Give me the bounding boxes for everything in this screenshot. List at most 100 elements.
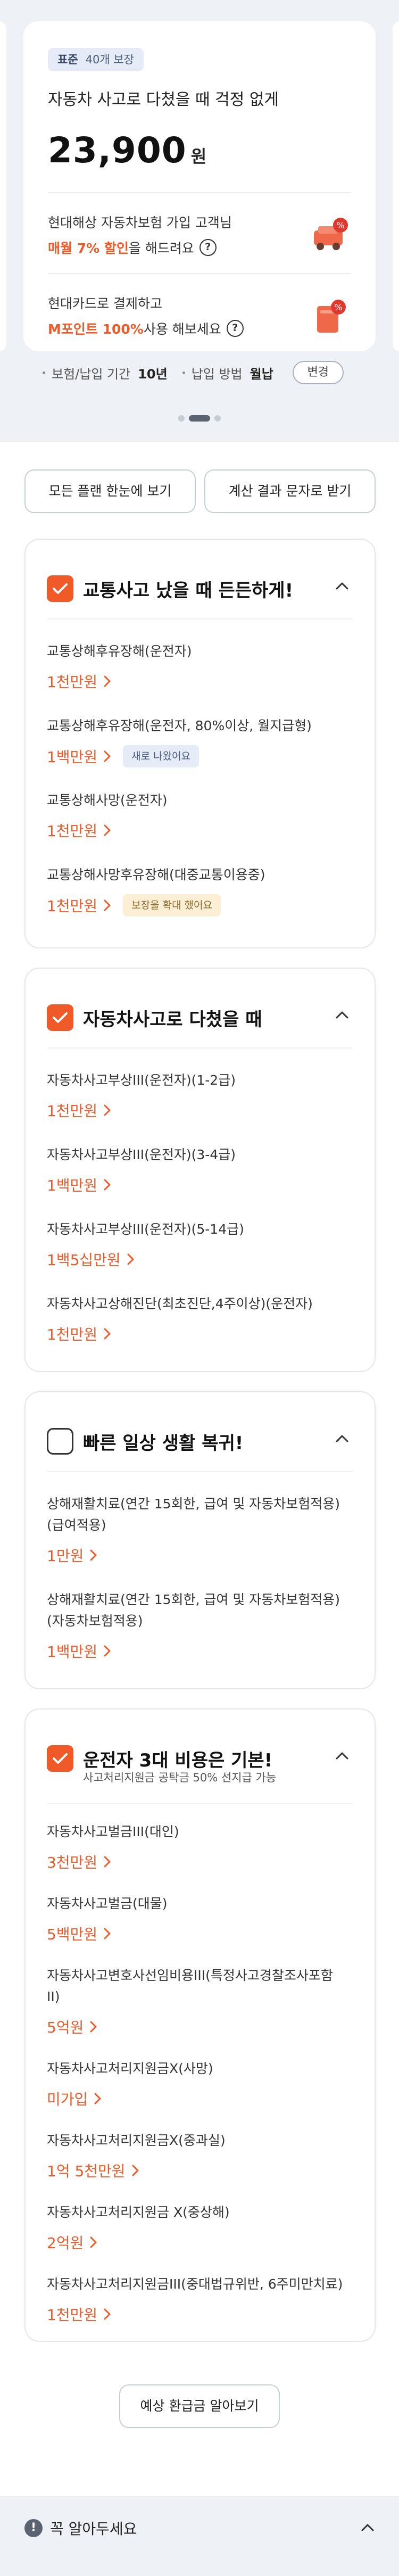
benefit-card-point-suffix: 사용 해보세요 bbox=[143, 321, 221, 337]
chevron-right-icon bbox=[104, 824, 111, 836]
coverage-amount-selector[interactable]: 1백5십만원 bbox=[47, 1249, 353, 1270]
plan-type-badge: 표준 40개 보장 bbox=[48, 48, 144, 71]
section-header[interactable]: 자동차사고로 다쳤을 때 bbox=[26, 969, 375, 1043]
section-header[interactable]: 운전자 3대 비용은 기본! 사고처리지원금 공탁금 50% 선지급 가능 bbox=[26, 1710, 375, 1784]
coverage-amount-selector[interactable]: 5백만원 bbox=[47, 1923, 353, 1944]
coverage-amount-selector[interactable]: 1천만원 bbox=[47, 1323, 353, 1344]
coverage-item[interactable]: 자동차사고부상III(운전자)(5-14급) 1백5십만원 bbox=[47, 1219, 353, 1270]
chevron-up-icon[interactable] bbox=[334, 1748, 350, 1764]
divider bbox=[47, 1047, 353, 1048]
prev-plan-card-peek[interactable] bbox=[0, 21, 6, 351]
period-value: 10년 bbox=[138, 366, 168, 382]
action-buttons: 모든 플랜 한눈에 보기 계산 결과 문자로 받기 bbox=[24, 469, 376, 513]
section-car-accident-injury: 자동차사고로 다쳤을 때 자동차사고부상III(운전자)(1-2급) 1천만원 … bbox=[24, 968, 376, 1372]
coverage-item[interactable]: 상해재활치료(연간 15회한, 급여 및 자동차보험적용) (급여적용) 1만원 bbox=[47, 1493, 353, 1566]
coverage-item[interactable]: 자동차사고벌금III(대인) 3천만원 bbox=[47, 1821, 353, 1872]
section-title: 자동차사고로 다쳤을 때 bbox=[83, 1009, 262, 1030]
checkbox-icon[interactable] bbox=[47, 1428, 73, 1455]
coverage-amount-selector[interactable]: 1억 5천만원 bbox=[47, 2160, 353, 2181]
chevron-up-icon[interactable] bbox=[334, 1007, 350, 1023]
chevron-right-icon bbox=[127, 1253, 134, 1265]
coverage-item[interactable]: 교통상해후유장해(운전자, 80%이상, 월지급형) 1백만원 새로 나왔어요 bbox=[47, 715, 353, 767]
plan-tags: 표준 40개 보장 bbox=[48, 48, 351, 71]
coverage-item[interactable]: 자동차사고상해진단(최초진단,4주이상)(운전자) 1천만원 bbox=[47, 1293, 353, 1344]
coverage-amount-selector[interactable]: 1천만원 bbox=[47, 2303, 353, 2325]
chevron-up-icon[interactable] bbox=[334, 578, 350, 594]
checkbox-icon[interactable] bbox=[47, 575, 73, 602]
section-title: 빠른 일상 생활 복귀! bbox=[83, 1432, 244, 1454]
coverage-name: 상해재활치료(연간 15회한, 급여 및 자동차보험적용) bbox=[47, 1496, 340, 1512]
chevron-right-icon bbox=[90, 2021, 97, 2033]
section-header[interactable]: 교통사고 났을 때 든든하게! bbox=[26, 540, 375, 614]
svg-text:%: % bbox=[334, 302, 342, 312]
chevron-up-icon[interactable] bbox=[360, 2520, 376, 2536]
coverage-item[interactable]: 교통상해사망후유장해(대중교통이용중) 1천만원 보장을 확대 했어요 bbox=[47, 864, 353, 917]
coverage-item[interactable]: 교통상해후유장해(운전자) 1천만원 bbox=[47, 641, 353, 692]
coverage-item[interactable]: 교통상해사망(운전자) 1천만원 bbox=[47, 790, 353, 841]
chevron-up-icon[interactable] bbox=[334, 1431, 350, 1447]
benefit-car-discount-line2: 매월 7% 할인 을 해드려요 ? bbox=[48, 238, 351, 257]
plan-carousel[interactable]: 표준 40개 보장 자동차 사고로 다쳤을 때 걱정 없게 23,900 원 현대… bbox=[0, 0, 399, 442]
coverage-item[interactable]: 자동차사고처리지원금X(중과실) 1억 5천만원 bbox=[47, 2130, 353, 2181]
section-subtitle: 사고처리지원금 공탁금 50% 선지급 가능 bbox=[83, 1771, 277, 1784]
benefit-car-discount: 현대해상 자동차보험 가입 고객님 매월 7% 할인 을 해드려요 ? % bbox=[48, 193, 351, 273]
coverage-item[interactable]: 자동차사고처리지원금III(중대법규위반, 6주미만치료) 1천만원 bbox=[47, 2274, 353, 2325]
coverage-amount-selector[interactable]: 3천만원 bbox=[47, 1851, 353, 1872]
payment-info-row: 보험/납입 기간 10년 납입 방법 월납 변경 bbox=[0, 361, 399, 384]
pager-dot[interactable] bbox=[178, 415, 185, 422]
coverage-item[interactable]: 상해재활치료(연간 15회한, 급여 및 자동차보험적용) (자동차보험적용) … bbox=[47, 1589, 353, 1662]
divider bbox=[47, 1803, 353, 1804]
coverage-amount-selector[interactable]: 5억원 bbox=[47, 2016, 353, 2037]
checkbox-icon[interactable] bbox=[47, 1004, 73, 1031]
coverage-name: 교통상해사망(운전자) bbox=[47, 792, 168, 808]
coverage-amount-selector[interactable]: 1만원 bbox=[47, 1545, 353, 1566]
coverage-name: 자동차사고상해진단(최초진단,4주이상)(운전자) bbox=[47, 1296, 313, 1311]
divider bbox=[47, 1471, 353, 1472]
next-plan-card-peek[interactable] bbox=[393, 21, 399, 351]
coverage-item[interactable]: 자동차사고처리지원금X(사망) 미가입 bbox=[47, 2058, 353, 2109]
coverage-amount: 1백만원 bbox=[47, 1177, 98, 1194]
chevron-right-icon bbox=[104, 750, 111, 762]
pager-dot-active[interactable] bbox=[189, 415, 210, 422]
chevron-right-icon bbox=[104, 1104, 111, 1116]
refund-estimate-button[interactable]: 예상 환급금 알아보기 bbox=[119, 2384, 280, 2428]
benefit-car-discount-highlight: 매월 7% 할인 bbox=[48, 241, 129, 256]
coverage-amount-selector[interactable]: 1천만원 bbox=[47, 820, 353, 841]
coverage-amount-selector[interactable]: 1천만원 보장을 확대 했어요 bbox=[47, 894, 353, 917]
notice-bar[interactable]: ! 꼭 알아두세요 bbox=[0, 2496, 399, 2576]
expanded-badge: 보장을 확대 했어요 bbox=[123, 894, 221, 917]
send-result-sms-button[interactable]: 계산 결과 문자로 받기 bbox=[204, 469, 376, 513]
compare-plans-button[interactable]: 모든 플랜 한눈에 보기 bbox=[24, 469, 196, 513]
coverage-item[interactable]: 자동차사고부상III(운전자)(1-2급) 1천만원 bbox=[47, 1070, 353, 1121]
divider bbox=[47, 618, 353, 620]
price-currency: 원 bbox=[190, 146, 207, 167]
change-button[interactable]: 변경 bbox=[292, 361, 344, 384]
coverage-name: 자동차사고처리지원금X(사망) bbox=[47, 2061, 213, 2076]
coverage-item[interactable]: 자동차사고벌금(대물) 5백만원 bbox=[47, 1893, 353, 1944]
coverage-amount-selector[interactable]: 1천만원 bbox=[47, 671, 353, 692]
section-title: 운전자 3대 비용은 기본! bbox=[83, 1749, 273, 1771]
coverage-item[interactable]: 자동차사고변호사선임비용III(특정사고경찰조사포함 II) 5억원 bbox=[47, 1965, 353, 2037]
coverage-amount-selector[interactable]: 1백만원 bbox=[47, 1174, 353, 1195]
coverage-amount-selector[interactable]: 2억원 bbox=[47, 2232, 353, 2253]
benefit-car-discount-suffix: 을 해드려요 bbox=[128, 241, 194, 256]
question-circle-icon[interactable]: ? bbox=[199, 239, 217, 256]
chevron-right-icon bbox=[104, 675, 111, 687]
new-badge: 새로 나왔어요 bbox=[123, 745, 200, 767]
coverage-amount: 5백만원 bbox=[47, 1926, 98, 1943]
coverage-item[interactable]: 자동차사고부상III(운전자)(3-4급) 1백만원 bbox=[47, 1144, 353, 1195]
coverage-name: 교통상해후유장해(운전자, 80%이상, 월지급형) bbox=[47, 718, 312, 733]
checkbox-icon[interactable] bbox=[47, 1745, 73, 1772]
period-label: 보험/납입 기간 bbox=[52, 366, 131, 382]
coverage-amount-selector[interactable]: 1천만원 bbox=[47, 1100, 353, 1121]
chevron-right-icon bbox=[90, 1549, 97, 1561]
coverage-amount-selector[interactable]: 1백만원 새로 나왔어요 bbox=[47, 745, 353, 767]
pager-dot[interactable] bbox=[214, 415, 221, 422]
coverage-item[interactable]: 자동차사고처리지원금 X(중상해) 2억원 bbox=[47, 2202, 353, 2253]
coverage-amount: 1억 5천만원 bbox=[47, 2162, 126, 2180]
method-value: 월납 bbox=[250, 366, 273, 382]
coverage-amount-selector[interactable]: 미가입 bbox=[47, 2088, 353, 2109]
coverage-amount-selector[interactable]: 1백만원 bbox=[47, 1640, 353, 1662]
section-header[interactable]: 빠른 일상 생활 복귀! bbox=[26, 1392, 375, 1467]
question-circle-icon[interactable]: ? bbox=[226, 320, 244, 337]
